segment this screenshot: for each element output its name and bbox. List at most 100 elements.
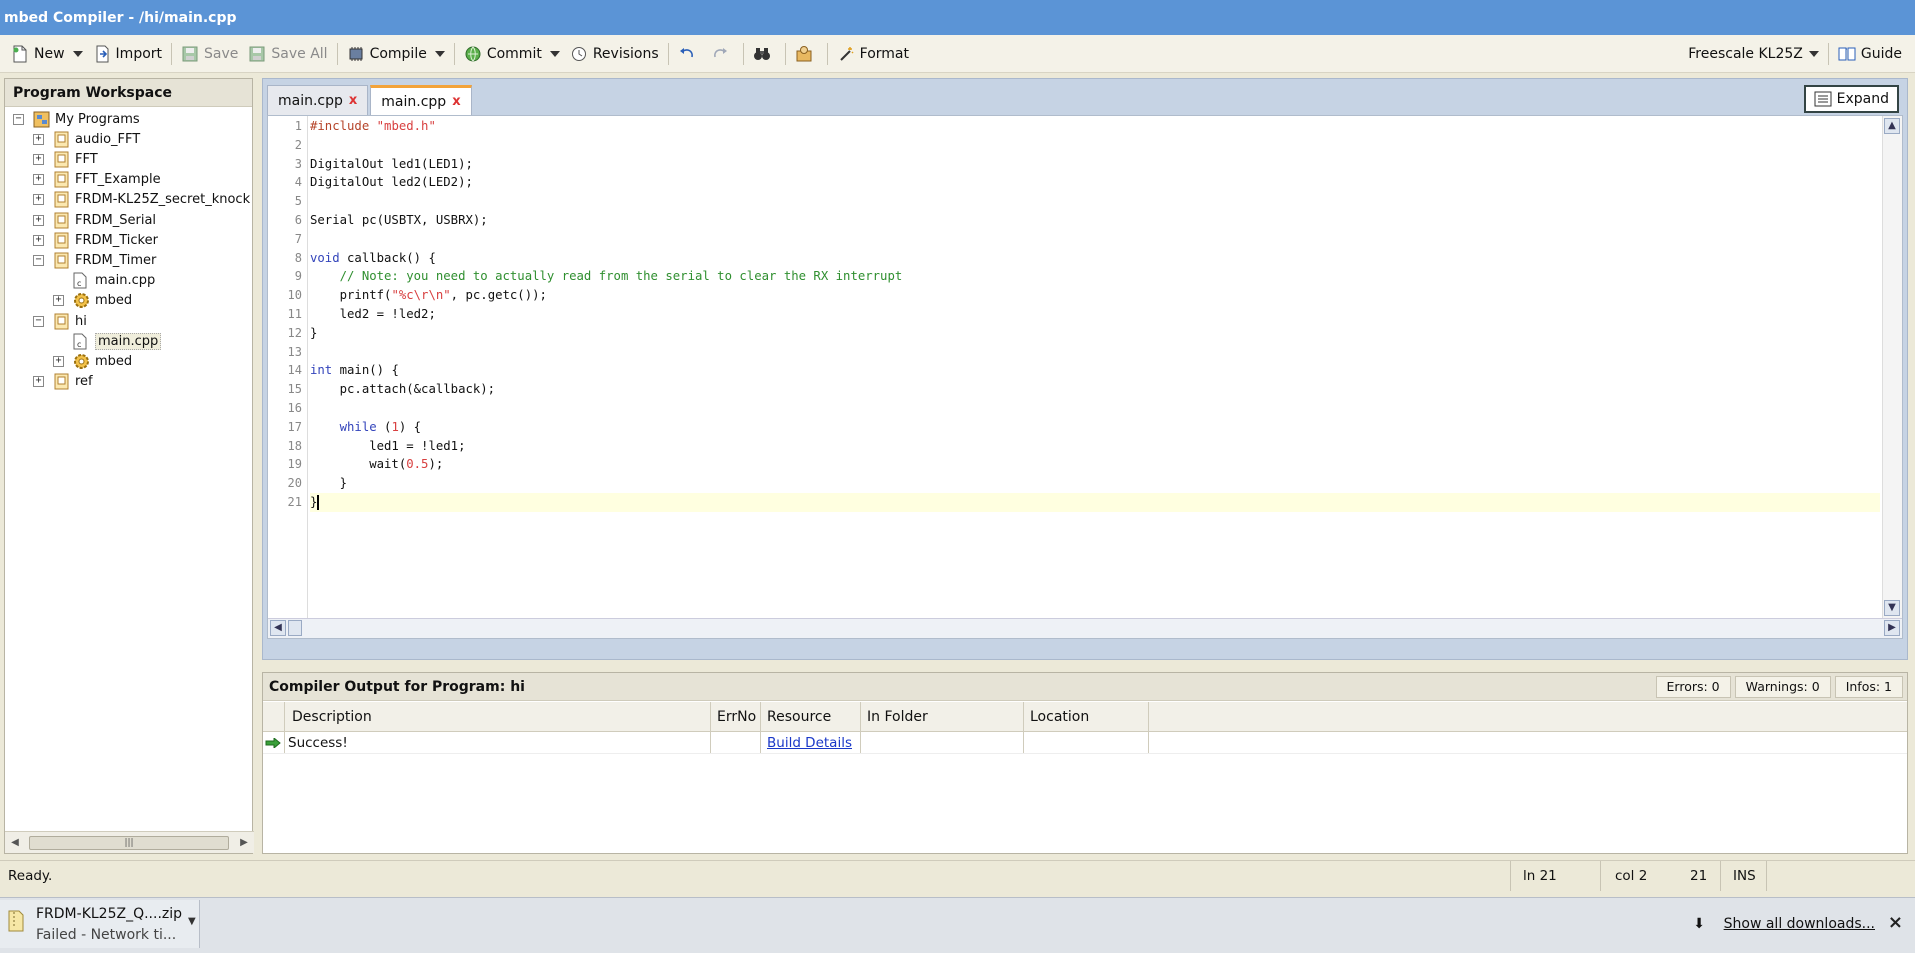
chevron-down-icon[interactable] (434, 50, 445, 57)
new-button[interactable]: New (6, 40, 88, 68)
code-line[interactable] (310, 230, 1880, 249)
collapse-icon[interactable]: − (33, 315, 44, 327)
tree-item[interactable]: + mbed (53, 351, 132, 371)
tree-item[interactable]: + FFT (33, 149, 98, 169)
platform-selector[interactable]: Freescale KL25Z (1683, 40, 1824, 68)
scroll-left-icon[interactable]: ◀ (270, 620, 286, 636)
guide-button[interactable]: Guide (1833, 40, 1907, 68)
expand-icon[interactable]: + (33, 234, 44, 246)
code-token: // Note: you need to actually read from … (310, 269, 903, 284)
tree-item[interactable]: − hi (33, 311, 87, 331)
chevron-down-icon[interactable]: ▼ (188, 916, 196, 927)
chevron-down-icon[interactable] (1808, 51, 1819, 57)
expand-icon[interactable]: + (33, 376, 44, 388)
close-icon[interactable]: x (349, 93, 357, 108)
expand-icon[interactable]: + (33, 174, 44, 186)
column-resource[interactable]: Resource (761, 702, 861, 731)
code-line[interactable]: led2 = !led2; (310, 305, 1880, 324)
code-line[interactable] (310, 343, 1880, 362)
tree-item[interactable]: + FRDM-KL25Z_secret_knock (33, 190, 250, 210)
library-gear-icon (73, 292, 90, 309)
code-line[interactable]: Serial pc(USBTX, USBRX); (310, 211, 1880, 230)
scrollbar-thumb[interactable]: ||| (29, 836, 229, 850)
tree-item[interactable]: + FRDM_Serial (33, 210, 156, 230)
tree-item[interactable]: + audio_FFT (33, 129, 140, 149)
column-in-folder[interactable]: In Folder (861, 702, 1024, 731)
warnings-count[interactable]: Warnings: 0 (1734, 676, 1831, 698)
expand-icon[interactable]: + (33, 153, 44, 165)
collapse-icon[interactable]: − (33, 254, 44, 266)
expand-icon[interactable]: + (33, 194, 44, 206)
column-errno[interactable]: ErrNo (711, 702, 761, 731)
code-line[interactable]: led1 = !led1; (310, 437, 1880, 456)
import-button[interactable]: Import (88, 40, 167, 68)
errors-count[interactable]: Errors: 0 (1655, 676, 1731, 698)
code-line[interactable]: while (1) { (310, 418, 1880, 437)
commit-button[interactable]: Commit (459, 40, 565, 68)
download-item[interactable]: FRDM-KL25Z_Q....zip Failed - Network ti.… (0, 900, 200, 948)
tree-item[interactable]: c main.cpp (53, 331, 162, 351)
save-button[interactable]: Save (176, 40, 243, 68)
scroll-right-icon[interactable]: ▶ (238, 836, 250, 850)
redo-button[interactable] (706, 40, 739, 68)
export-button[interactable] (790, 40, 823, 68)
editor-vertical-scrollbar[interactable]: ▲ ▼ (1882, 116, 1902, 618)
tree-item[interactable]: + FRDM_Ticker (33, 230, 158, 250)
code-line[interactable] (310, 136, 1880, 155)
expand-icon[interactable]: + (53, 355, 64, 367)
expand-button[interactable]: Expand (1803, 85, 1899, 113)
tree-item[interactable]: c main.cpp (53, 271, 155, 291)
compile-button[interactable]: Compile (342, 40, 450, 68)
status-line: ln 21 (1510, 861, 1590, 891)
scroll-up-icon[interactable]: ▲ (1884, 118, 1900, 134)
workspace-horizontal-scrollbar[interactable]: ◀ ||| ▶ (5, 831, 254, 853)
collapse-icon[interactable]: − (13, 113, 24, 125)
code-line[interactable]: DigitalOut led2(LED2); (310, 173, 1880, 192)
code-line[interactable]: #include "mbed.h" (310, 117, 1880, 136)
infos-count[interactable]: Infos: 1 (1834, 676, 1903, 698)
build-details-link[interactable]: Build Details (767, 735, 852, 751)
code-line[interactable]: void callback() { (310, 249, 1880, 268)
chevron-down-icon[interactable] (549, 50, 560, 57)
tree-item[interactable]: + FFT_Example (33, 170, 161, 190)
format-button[interactable]: Format (832, 40, 914, 68)
expand-icon[interactable]: + (33, 133, 44, 145)
show-all-downloads-link[interactable]: Show all downloads... (1724, 916, 1875, 932)
undo-button[interactable] (673, 40, 706, 68)
tree-item[interactable]: + ref (33, 372, 93, 392)
scrollbar-thumb[interactable] (288, 620, 302, 636)
expand-icon[interactable]: + (33, 214, 44, 226)
code-line[interactable]: printf("%c\r\n", pc.getc()); (310, 286, 1880, 305)
code-line[interactable] (310, 192, 1880, 211)
tree-item[interactable]: + mbed (53, 291, 132, 311)
editor-tab[interactable]: main.cpp x (267, 85, 369, 115)
expand-icon[interactable]: + (53, 295, 64, 307)
save-all-button[interactable]: Save All (243, 40, 332, 68)
close-icon[interactable]: × (1888, 912, 1903, 933)
editor-tab[interactable]: main.cpp x (370, 85, 472, 115)
scroll-down-icon[interactable]: ▼ (1884, 600, 1900, 616)
editor-horizontal-scrollbar[interactable]: ◀ ▶ (268, 618, 1902, 638)
close-icon[interactable]: x (452, 94, 460, 109)
code-line[interactable]: pc.attach(&callback); (310, 380, 1880, 399)
code-line[interactable]: wait(0.5); (310, 455, 1880, 474)
scroll-left-icon[interactable]: ◀ (9, 836, 21, 850)
tree-item[interactable]: − My Programs (13, 109, 140, 129)
find-button[interactable] (748, 40, 781, 68)
toolbar-divider (1827, 43, 1829, 65)
code-line[interactable]: int main() { (310, 361, 1880, 380)
chevron-down-icon[interactable] (72, 50, 83, 57)
code-line[interactable]: } (310, 324, 1880, 343)
code-line[interactable]: } (310, 474, 1880, 493)
code-line[interactable] (310, 399, 1880, 418)
code-editor[interactable]: 1 2 3 4 5 6 7 8 9 10 11 12 13 14 15 16 17 18 19 20 21 #inclu… (267, 115, 1903, 639)
column-description[interactable]: Description (285, 702, 711, 731)
code-line[interactable]: DigitalOut led1(LED1); (310, 155, 1880, 174)
code-line[interactable]: // Note: you need to actually read from … (310, 267, 1880, 286)
scroll-right-icon[interactable]: ▶ (1884, 620, 1900, 636)
revisions-button[interactable]: Revisions (565, 40, 664, 68)
table-row[interactable]: Success! Build Details (263, 732, 1907, 754)
code-line[interactable]: } (310, 493, 1880, 512)
column-location[interactable]: Location (1024, 702, 1149, 731)
tree-item[interactable]: − FRDM_Timer (33, 250, 156, 270)
